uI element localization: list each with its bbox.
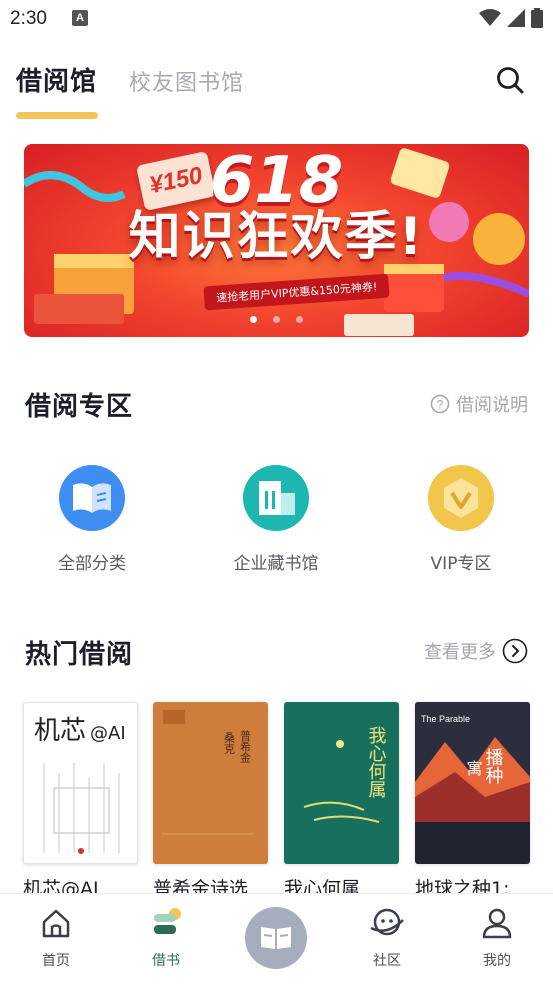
book-cover: 机芯 @AI [23, 702, 138, 864]
signal-icon [507, 9, 525, 27]
banner-dot[interactable] [250, 316, 257, 323]
borrow-books-icon [154, 908, 181, 934]
nav-borrow-label: 借书 [152, 953, 180, 969]
planet-chat-icon [370, 908, 404, 936]
borrow-zone-title: 借阅专区 [25, 392, 134, 422]
svg-text:播种: 播种 [483, 748, 504, 784]
svg-text:我心何属: 我心何属 [366, 726, 387, 798]
profile-icon [482, 908, 512, 939]
nav-home[interactable]: 首页 [16, 906, 96, 970]
home-icon [42, 909, 70, 938]
promo-banner[interactable]: ¥150 618 知识狂欢季! 速抢老用户VIP优惠&150元神券! [24, 144, 529, 337]
book-card[interactable]: 我心何属 我心何属 [284, 702, 399, 898]
status-bar: 2:30 A [0, 0, 553, 40]
nav-borrow[interactable]: 借书 [126, 906, 206, 970]
borrow-help-label: 借阅说明 [456, 395, 528, 416]
bottom-nav: 首页 借书 社区 我的 [0, 893, 553, 984]
category-vip[interactable]: VIP专区 [386, 465, 536, 574]
category-all-label: 全部分类 [58, 554, 126, 574]
banner-dot[interactable] [273, 316, 280, 323]
tab-borrow-library[interactable]: 借阅馆 [16, 61, 97, 98]
book-cover: 我心何属 [284, 702, 399, 864]
category-all[interactable]: 全部分类 [17, 465, 167, 574]
borrow-help-link[interactable]: ? 借阅说明 [430, 391, 528, 417]
svg-text:The Parable: The Parable [421, 714, 470, 724]
building-icon [243, 465, 309, 531]
battery-icon [531, 8, 543, 28]
nav-profile[interactable]: 我的 [457, 906, 537, 970]
category-enterprise-label: 企业藏书馆 [233, 554, 319, 574]
banner-headline: 知识狂欢季! [128, 207, 425, 267]
center-read-button[interactable] [245, 907, 307, 969]
svg-text:桑克: 桑克 [223, 732, 236, 754]
svg-text:寓: 寓 [464, 760, 483, 776]
notification-a-icon: A [72, 10, 88, 26]
open-book-icon [59, 465, 125, 531]
book-card[interactable]: The Parable 播种寓 地球之种1: [415, 702, 530, 898]
status-right-icons [479, 8, 543, 28]
svg-text:@AI: @AI [90, 723, 126, 744]
see-more-link[interactable]: 查看更多 [424, 638, 528, 664]
book-cover: 普希金 桑克 [153, 702, 268, 864]
nav-community-label: 社区 [373, 953, 401, 969]
chevron-right-circle-icon [502, 638, 528, 664]
active-tab-underline [16, 112, 98, 119]
vip-badge-icon [428, 465, 494, 531]
read-book-icon [261, 927, 291, 949]
banner-dot[interactable] [296, 316, 303, 323]
svg-text:机芯: 机芯 [34, 716, 86, 746]
see-more-label: 查看更多 [424, 642, 496, 663]
help-circle-icon: ? [430, 394, 450, 414]
tab-alumni-library[interactable]: 校友图书馆 [129, 65, 244, 97]
wifi-icon [479, 9, 501, 26]
svg-text:?: ? [437, 398, 444, 412]
category-enterprise[interactable]: 企业藏书馆 [201, 465, 351, 574]
nav-profile-label: 我的 [483, 953, 511, 969]
nav-home-label: 首页 [42, 953, 70, 969]
status-time: 2:30 [10, 8, 47, 29]
hot-borrow-title: 热门借阅 [25, 640, 134, 670]
book-card[interactable]: 普希金 桑克 普希金诗选 [153, 702, 268, 898]
book-cover: The Parable 播种寓 [415, 702, 530, 864]
top-tabs: 借阅馆 校友图书馆 [0, 55, 553, 125]
svg-text:普希金: 普希金 [239, 729, 252, 763]
category-vip-label: VIP专区 [430, 554, 492, 574]
book-card[interactable]: 机芯 @AI 机芯@AI [23, 702, 138, 898]
nav-community[interactable]: 社区 [347, 906, 427, 970]
search-icon[interactable] [495, 65, 525, 95]
banner-pagination [24, 308, 529, 327]
